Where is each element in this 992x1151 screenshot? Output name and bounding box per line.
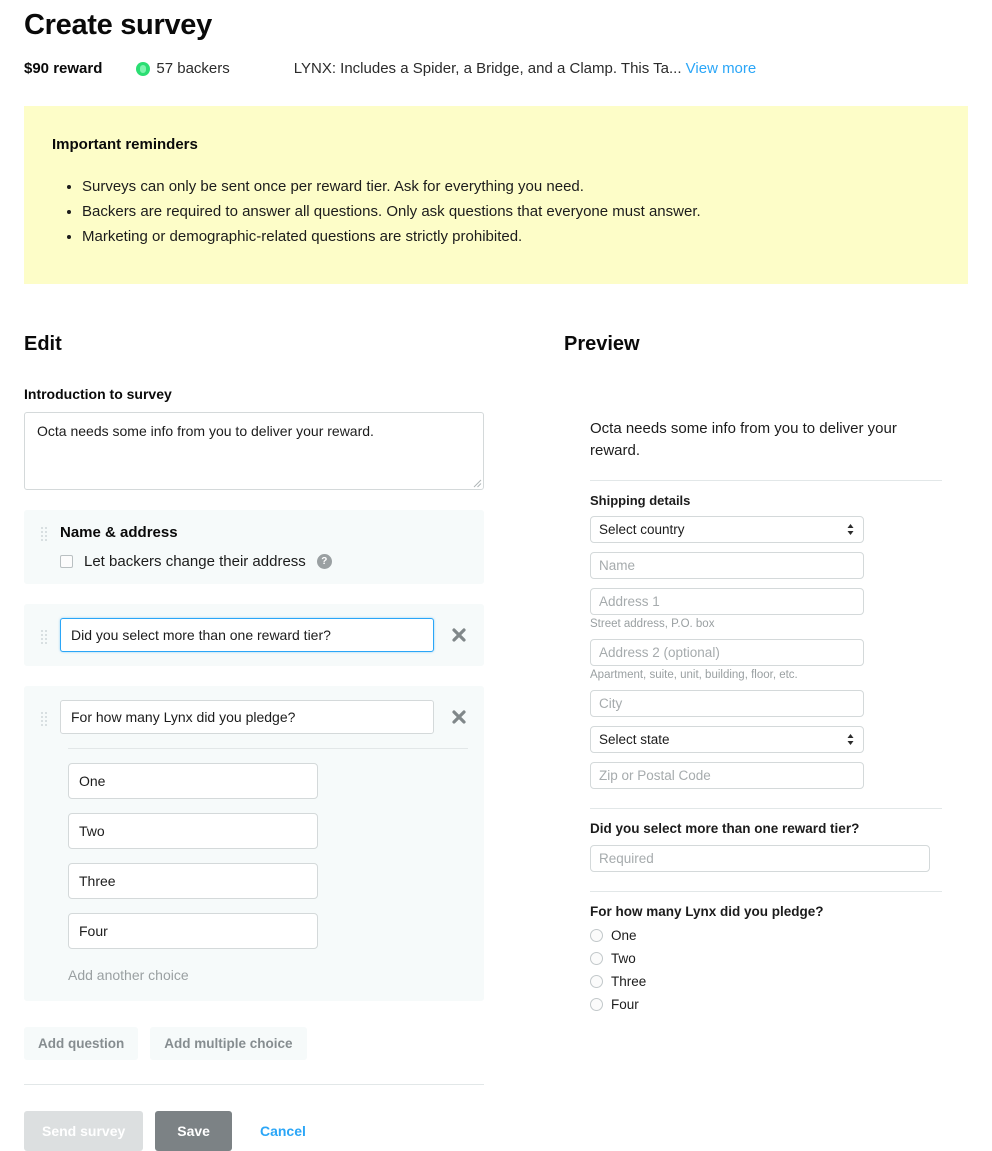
name-address-title: Name & address bbox=[60, 524, 178, 541]
choices-list: Add another choice bbox=[40, 749, 468, 987]
reward-summary-row: $90 reward 57 backers LYNX: Includes a S… bbox=[24, 60, 968, 78]
question-input-2[interactable] bbox=[60, 700, 434, 734]
reminders-heading: Important reminders bbox=[52, 136, 198, 153]
preview-question-1-title: Did you select more than one reward tier… bbox=[590, 821, 860, 836]
radio-label: One bbox=[611, 928, 637, 943]
radio-icon[interactable] bbox=[590, 998, 603, 1011]
zip-field[interactable] bbox=[590, 762, 864, 789]
preview-body: Octa needs some info from you to deliver… bbox=[564, 386, 964, 1012]
cancel-button[interactable]: Cancel bbox=[260, 1123, 306, 1139]
question-input-1[interactable] bbox=[60, 618, 434, 652]
question-block-1 bbox=[24, 604, 484, 666]
add-multiple-choice-button[interactable]: Add multiple choice bbox=[150, 1027, 307, 1060]
address2-field[interactable] bbox=[590, 639, 864, 666]
preview-column: Preview Octa needs some info from you to… bbox=[564, 332, 964, 1151]
select-arrows-icon bbox=[847, 524, 854, 535]
backers-count: 57 backers bbox=[156, 60, 230, 77]
address1-field[interactable] bbox=[590, 588, 864, 615]
preview-heading: Preview bbox=[564, 333, 640, 355]
radio-label: Three bbox=[611, 974, 647, 989]
intro-textarea[interactable] bbox=[24, 412, 484, 490]
let-backers-change-address-checkbox[interactable] bbox=[60, 555, 73, 568]
name-address-header: Name & address bbox=[40, 524, 468, 541]
actions-row: Send survey Save Cancel bbox=[24, 1111, 484, 1151]
state-select-value: Select state bbox=[599, 732, 670, 747]
drag-handle-icon[interactable] bbox=[40, 711, 48, 726]
intro-label: Introduction to survey bbox=[24, 386, 172, 402]
reward-description: LYNX: Includes a Spider, a Bridge, and a… bbox=[294, 60, 756, 78]
survey-page: Create survey $90 reward 57 backers LYNX… bbox=[0, 8, 992, 1151]
reward-description-text: LYNX: Includes a Spider, a Bridge, and a… bbox=[293, 60, 682, 77]
choice-input[interactable] bbox=[68, 813, 318, 849]
preview-divider bbox=[590, 480, 942, 481]
choice-input[interactable] bbox=[68, 913, 318, 949]
preview-radio-row[interactable]: One bbox=[590, 928, 964, 943]
let-backers-change-address-row[interactable]: Let backers change their address ? bbox=[40, 553, 468, 570]
preview-intro-text: Octa needs some info from you to deliver… bbox=[590, 420, 897, 459]
important-reminders-banner: Important reminders Surveys can only be … bbox=[24, 106, 968, 284]
backers-group: 57 backers bbox=[136, 60, 230, 78]
intro-textarea-wrap bbox=[24, 412, 484, 490]
select-arrows-icon bbox=[847, 734, 854, 745]
address1-hint: Street address, P.O. box bbox=[590, 618, 715, 630]
address2-hint: Apartment, suite, unit, building, floor,… bbox=[590, 669, 798, 681]
add-question-button[interactable]: Add question bbox=[24, 1027, 139, 1060]
view-more-link[interactable]: View more bbox=[686, 60, 757, 77]
edit-column: Edit Introduction to survey Name & addre… bbox=[24, 332, 484, 1151]
remove-question-icon[interactable] bbox=[450, 708, 468, 726]
preview-question-1-input[interactable] bbox=[590, 845, 930, 872]
question-row-2 bbox=[40, 700, 468, 734]
page-title: Create survey bbox=[24, 9, 212, 41]
backer-icon bbox=[136, 62, 151, 76]
name-field[interactable] bbox=[590, 552, 864, 579]
radio-icon[interactable] bbox=[590, 952, 603, 965]
name-address-block: Name & address Let backers change their … bbox=[24, 510, 484, 584]
add-buttons-row: Add question Add multiple choice bbox=[24, 1027, 484, 1060]
add-another-choice-button[interactable]: Add another choice bbox=[68, 963, 468, 987]
question-row-1 bbox=[40, 618, 468, 652]
reminders-list: Surveys can only be sent once per reward… bbox=[52, 175, 940, 249]
preview-radio-row[interactable]: Three bbox=[590, 974, 964, 989]
city-field[interactable] bbox=[590, 690, 864, 717]
choice-input[interactable] bbox=[68, 863, 318, 899]
let-backers-change-address-label: Let backers change their address bbox=[84, 553, 306, 570]
radio-icon[interactable] bbox=[590, 975, 603, 988]
drag-handle-icon[interactable] bbox=[40, 526, 48, 541]
preview-question-2-title: For how many Lynx did you pledge? bbox=[590, 904, 824, 919]
country-select-value: Select country bbox=[599, 522, 685, 537]
radio-label: Four bbox=[611, 997, 639, 1012]
edit-heading: Edit bbox=[24, 333, 62, 355]
question-block-2: Add another choice bbox=[24, 686, 484, 1001]
help-circle-icon[interactable]: ? bbox=[316, 554, 332, 569]
state-select[interactable]: Select state bbox=[590, 726, 864, 753]
drag-handle-icon[interactable] bbox=[40, 629, 48, 644]
radio-icon[interactable] bbox=[590, 929, 603, 942]
preview-question-divider-2 bbox=[590, 891, 942, 892]
shipping-details-label: Shipping details bbox=[590, 493, 691, 508]
preview-radio-row[interactable]: Four bbox=[590, 997, 964, 1012]
country-select[interactable]: Select country bbox=[590, 516, 864, 543]
actions-divider bbox=[24, 1084, 484, 1085]
reminder-item: Backers are required to answer all quest… bbox=[82, 200, 940, 224]
reminder-item: Surveys can only be sent once per reward… bbox=[82, 175, 940, 199]
reminder-item: Marketing or demographic-related questio… bbox=[82, 225, 940, 249]
preview-question-divider-1 bbox=[590, 808, 942, 809]
save-button[interactable]: Save bbox=[155, 1111, 232, 1151]
preview-radio-row[interactable]: Two bbox=[590, 951, 964, 966]
remove-question-icon[interactable] bbox=[450, 626, 468, 644]
radio-label: Two bbox=[611, 951, 636, 966]
reward-amount: $90 reward bbox=[24, 60, 103, 77]
send-survey-button[interactable]: Send survey bbox=[24, 1111, 144, 1151]
choice-input[interactable] bbox=[68, 763, 318, 799]
editor-columns: Edit Introduction to survey Name & addre… bbox=[24, 332, 968, 1151]
